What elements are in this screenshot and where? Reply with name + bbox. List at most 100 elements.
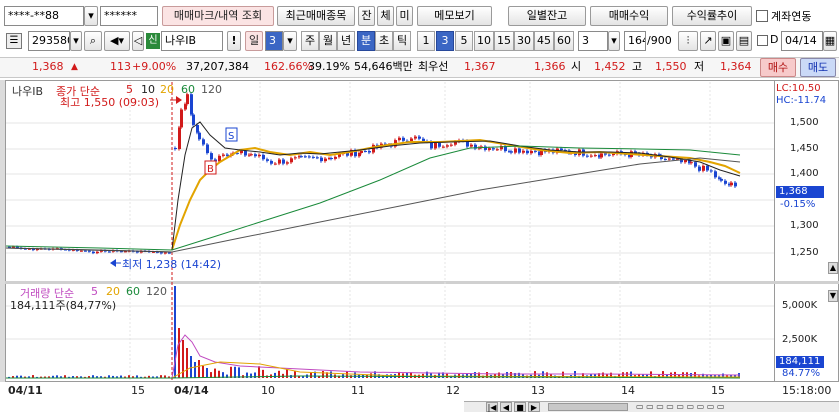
volume-tick-2500k: 2,500K <box>782 334 818 345</box>
volume-bar <box>194 362 196 378</box>
date-label-0411: 04/11 <box>8 384 43 397</box>
price-ma120-legend: 120 <box>201 83 222 96</box>
candle <box>710 168 713 173</box>
svg-text:B: B <box>207 164 214 175</box>
candle <box>308 154 311 159</box>
date-label-15b: 15 <box>711 384 725 397</box>
ma60-line <box>5 157 741 253</box>
candle <box>178 125 181 151</box>
candle <box>190 92 193 117</box>
volume-bar <box>294 371 296 378</box>
ma20-line <box>5 145 741 251</box>
volume-bar <box>186 348 188 378</box>
candle <box>304 154 307 158</box>
candle <box>484 144 487 152</box>
volume-ma60-legend: 60 <box>126 285 140 298</box>
buy-marker: B <box>204 160 217 175</box>
volume-info: 184,111주(84,77%) <box>10 299 117 312</box>
candle <box>202 137 205 147</box>
candle <box>418 135 421 141</box>
candle <box>496 147 499 151</box>
volume-bar <box>274 372 276 378</box>
hc-value: HC:-11.74 <box>776 95 827 106</box>
candle <box>724 179 727 186</box>
time-label: 15:18:00 <box>782 384 832 397</box>
volume-bar <box>238 367 240 378</box>
candle <box>590 154 593 158</box>
candle <box>702 164 705 173</box>
candle <box>192 112 195 127</box>
candle <box>278 157 281 166</box>
candle <box>398 136 401 142</box>
scroll-stop-button[interactable]: ■ <box>514 402 526 412</box>
candle <box>734 181 737 188</box>
chart-canvas: S B <box>5 82 824 380</box>
volume-bar <box>234 366 236 378</box>
candle <box>330 156 333 161</box>
volume-bar <box>230 366 232 378</box>
date-label-12: 12 <box>446 384 460 397</box>
candle <box>730 181 733 187</box>
candle <box>312 155 315 159</box>
candle <box>446 143 449 149</box>
scroll-first-button[interactable]: |◀ <box>486 402 498 412</box>
candle <box>594 153 597 158</box>
volume-bar <box>322 371 324 378</box>
candle <box>368 149 371 155</box>
candle <box>518 146 521 155</box>
candle <box>514 146 517 155</box>
volume-tick-5000k: 5,000K <box>782 300 818 311</box>
date-label-14: 14 <box>621 384 635 397</box>
vertical-grid <box>129 82 711 380</box>
zoom-icons[interactable]: ▭ ▭ ▭ ▭ ▭ ▭ ▭ ▭ ▭ <box>636 401 836 412</box>
price-ma20-legend: 20 <box>160 83 174 96</box>
candle <box>258 153 261 158</box>
scroll-next-button[interactable]: ▶ <box>528 402 540 412</box>
price-tick-1450: 1,450 <box>790 143 819 154</box>
price-ma60-legend: 60 <box>181 83 195 96</box>
candle <box>180 107 183 130</box>
candle <box>522 149 525 155</box>
candle <box>320 156 323 163</box>
scroll-prev-button[interactable]: ◀ <box>500 402 512 412</box>
current-volume-pct: 84.77% <box>782 368 821 379</box>
candle <box>96 250 99 255</box>
volume-bar <box>214 368 216 378</box>
date-label-10: 10 <box>261 384 275 397</box>
volume-bar <box>178 328 180 378</box>
candle <box>286 160 289 166</box>
candle <box>470 143 473 149</box>
sell-marker: S <box>225 127 238 142</box>
candle <box>210 151 213 162</box>
candle <box>334 155 337 161</box>
volume-bar <box>198 360 200 378</box>
price-tick-1250: 1,250 <box>790 247 819 258</box>
candle <box>262 153 265 161</box>
volume-bar <box>310 372 312 378</box>
volume-bar <box>190 356 192 378</box>
candle <box>324 157 327 163</box>
candle <box>698 165 701 173</box>
volume-bar <box>346 371 348 378</box>
lc-value: LC:10.50 <box>776 83 821 94</box>
candle <box>92 250 95 255</box>
volume-ma120-legend: 120 <box>146 285 167 298</box>
candle <box>266 157 269 163</box>
low-marker-arrow <box>110 259 116 267</box>
low-note: 최저 1,238 (14:42) <box>122 258 222 271</box>
high-marker-arrow <box>176 96 182 104</box>
current-volume-label: 184,111 <box>779 356 821 367</box>
candle <box>274 162 277 166</box>
candle <box>586 154 589 158</box>
volume-bar <box>354 372 356 378</box>
svg-text:S: S <box>228 131 234 142</box>
price-tick-1300: 1,300 <box>790 220 819 231</box>
candle <box>206 142 209 155</box>
candle <box>290 156 293 164</box>
scroll-thumb[interactable] <box>548 403 628 411</box>
price-tick-1400: 1,400 <box>790 168 819 179</box>
candle <box>510 149 513 155</box>
candle <box>402 136 405 143</box>
date-label-15a: 15 <box>131 384 145 397</box>
candle <box>270 159 273 166</box>
